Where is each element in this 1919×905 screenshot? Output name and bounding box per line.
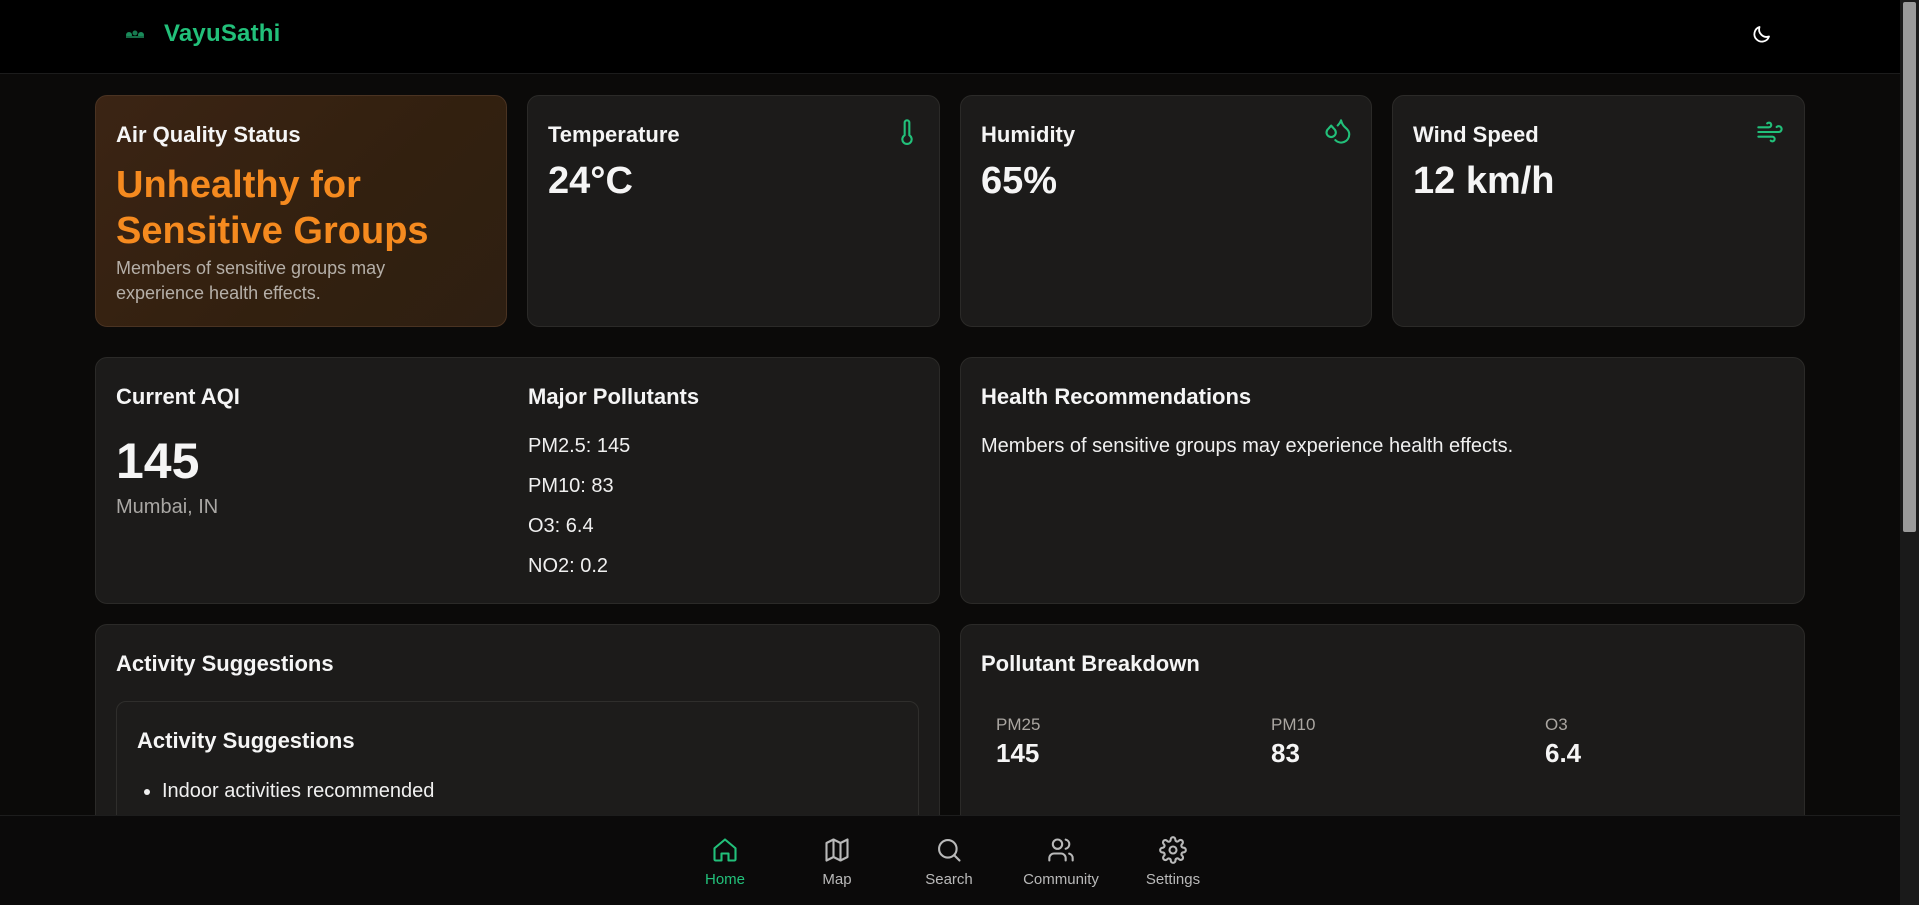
search-icon [938,839,961,862]
health-text: Members of sensitive groups may experien… [981,435,1514,457]
brand-name: VayuSathi [164,20,281,47]
card-title: Humidity [981,122,1076,147]
temperature-value: 24°C [548,160,633,202]
wind-speed-value: 12 km/h [1413,160,1555,202]
bottom-navigation: Home Map Search Community Settings [0,815,1900,905]
theme-toggle-button[interactable] [1750,22,1774,46]
nav-label: Community [1023,871,1099,888]
card-title: Activity Suggestions [116,651,334,676]
nav-item-search[interactable]: Search [899,836,999,888]
nav-item-home[interactable]: Home [675,836,775,888]
nav-item-community[interactable]: Community [1011,836,1111,888]
breakdown-item: PM10 83 [1271,715,1315,769]
logo-icon [124,27,146,41]
card-title: Health Recommendations [981,384,1252,409]
current-aqi-card: Current AQI 145 Mumbai, IN Major Polluta… [95,357,940,604]
list-item: O3: 6.4 [528,515,594,537]
nav-label: Map [822,871,852,888]
breakdown-label: PM10 [1271,715,1316,734]
home-icon [713,838,737,862]
inner-card-title: Activity Suggestions [137,728,355,753]
scrollbar-thumb[interactable] [1903,2,1916,532]
nav-label: Settings [1145,871,1201,888]
gear-icon [1159,836,1187,864]
air-quality-status: Unhealthy for Sensitive Groups [116,164,429,252]
humidity-value: 65% [981,160,1058,202]
list-item: NO2: 0.2 [528,555,609,577]
aqi-value: 145 [116,433,200,489]
app-header: VayuSathi [0,0,1900,74]
humidity-card: Humidity 65% [960,95,1372,327]
nav-item-map[interactable]: Map [787,836,887,888]
inner-activity-card: Activity Suggestions Indoor activities r… [116,701,919,831]
air-quality-status-card: Air Quality Status Unhealthy for Sensiti… [95,95,507,327]
moon-icon [1753,26,1770,43]
wind-speed-card: Wind Speed 12 km/h [1392,95,1805,327]
nav-label: Home [704,871,745,888]
nav-item-settings[interactable]: Settings [1123,836,1223,888]
map-icon [825,838,849,862]
thermometer-icon [893,118,921,146]
droplets-icon [1323,118,1351,146]
breakdown-label: O3 [1545,715,1568,734]
aqi-location: Mumbai, IN [116,496,219,518]
breakdown-value: 6.4 [1545,738,1582,768]
breakdown-label: PM25 [996,715,1041,734]
card-title: Air Quality Status [116,122,301,147]
nav-label: Search [925,871,973,888]
card-title: Wind Speed [1413,122,1539,147]
breakdown-item: PM25 145 [996,715,1040,769]
vertical-scrollbar[interactable] [1900,0,1919,905]
list-item: PM2.5: 145 [528,435,631,457]
breakdown-item: O3 6.4 [1545,715,1581,769]
health-recommendations-card: Health Recommendations Members of sensit… [960,357,1805,604]
pollutant-list: PM2.5: 145 PM10: 83 O3: 6.4 NO2: 0.2 [528,434,630,594]
card-title: Pollutant Breakdown [981,651,1200,676]
breakdown-value: 83 [1271,738,1300,768]
breakdown-value: 145 [996,738,1040,768]
suggestion-list: Indoor activities recommended [162,780,434,811]
wind-icon [1756,118,1784,146]
card-title: Temperature [548,122,680,147]
list-item: PM10: 83 [528,475,614,497]
brand-logo-link[interactable]: VayuSathi [124,20,281,48]
status-description: Members of sensitive groups may experien… [116,258,386,303]
card-title: Current AQI [116,384,240,409]
list-item: Indoor activities recommended [162,780,434,803]
temperature-card: Temperature 24°C [527,95,940,327]
pollutants-title: Major Pollutants [528,384,700,409]
users-icon [1048,838,1074,862]
